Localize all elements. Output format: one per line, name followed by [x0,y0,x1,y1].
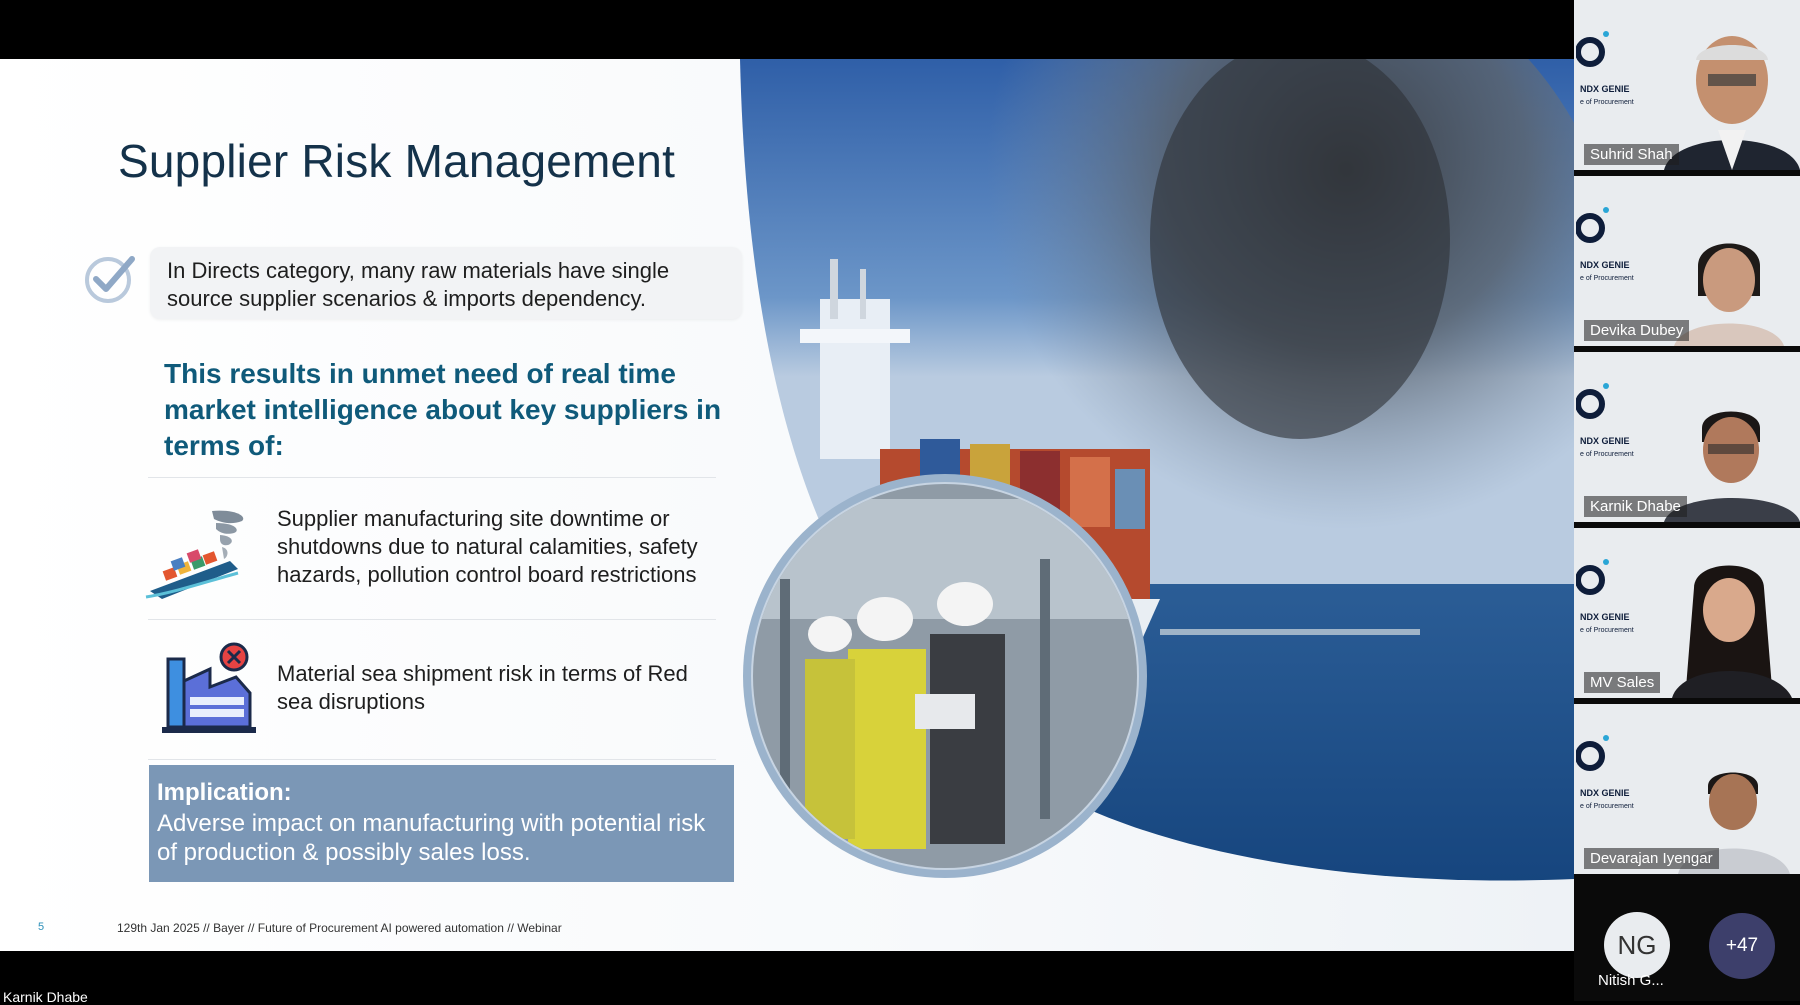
participant-name: MV Sales [1584,672,1661,693]
divider [148,619,716,620]
intro-text: In Directs category, many raw materials … [167,258,670,311]
participant-name: Karnik Dhabe [1584,496,1687,517]
participant-video [1672,565,1792,698]
brand-watermark-icon: NDX GENIE e of Procurement [1576,735,1634,810]
divider [148,477,716,478]
participant-tile[interactable]: NDX GENIE e of Procurement Devarajan Iye… [1574,704,1800,874]
svg-text:e of Procurement: e of Procurement [1580,803,1634,810]
intro-callout: In Directs category, many raw materials … [150,247,742,319]
svg-text:NDX GENIE: NDX GENIE [1580,84,1630,94]
slide-page-number: 5 [38,921,45,933]
svg-text:e of Procurement: e of Procurement [1580,451,1634,458]
implication-text: Adverse impact on manufacturing with pot… [157,810,706,866]
participant-tile[interactable]: NDX GENIE e of Procurement Devika Dubey [1574,176,1800,346]
slide-photo [740,59,1574,951]
brand-watermark-icon: NDX GENIE e of Procurement [1576,31,1634,106]
factory-error-icon [162,642,256,733]
participant-tile[interactable]: NDX GENIE e of Procurement Karnik Dhabe [1574,352,1800,522]
brand-watermark-icon: NDX GENIE e of Procurement [1576,559,1634,634]
risk-point-1: Supplier manufacturing site downtime or … [277,506,698,587]
checkmark-icon [85,256,135,303]
participants-panel: NDX GENIE e of Procurement Suhrid Shah N… [1574,0,1800,1001]
sea-ship-illustration [740,59,1574,881]
active-speaker-label: Karnik Dhabe [3,989,88,1005]
slide-title: Supplier Risk Management [118,135,676,187]
participant-name: Devarajan Iyengar [1584,848,1719,869]
risk-point-2: Material sea shipment risk in terms of R… [277,661,688,714]
svg-text:NDX GENIE: NDX GENIE [1580,260,1630,270]
svg-text:e of Procurement: e of Procurement [1580,275,1634,282]
participant-name: Nitish G... [1598,972,1664,989]
cyclone-ship-icon [145,510,244,599]
participant-tile[interactable]: NDX GENIE e of Procurement MV Sales [1574,528,1800,698]
svg-text:e of Procurement: e of Procurement [1580,99,1634,106]
participant-name: Suhrid Shah [1584,144,1679,165]
more-participants-button[interactable]: +47 [1709,913,1775,979]
participant-tile[interactable]: NDX GENIE e of Procurement Suhrid Shah [1574,0,1800,170]
implication-title: Implication: [157,779,292,806]
svg-text:NDX GENIE: NDX GENIE [1580,612,1630,622]
participant-name: Devika Dubey [1584,320,1690,341]
implication-box: Implication: Adverse impact on manufactu… [149,765,734,882]
svg-text:NDX GENIE: NDX GENIE [1580,436,1630,446]
participant-avatar[interactable]: NG [1604,912,1670,978]
presentation-slide: Supplier Risk Management In Directs cate… [0,59,1574,951]
slide-headline: This results in unmet need of real time … [164,358,722,461]
shared-screen: Supplier Risk Management In Directs cate… [0,0,1574,1005]
brand-watermark-icon: NDX GENIE e of Procurement [1576,207,1634,282]
slide-footer: 129th Jan 2025 // Bayer // Future of Pro… [117,921,562,935]
svg-text:NDX GENIE: NDX GENIE [1580,788,1630,798]
brand-watermark-icon: NDX GENIE e of Procurement [1576,383,1634,458]
svg-text:e of Procurement: e of Procurement [1580,627,1634,634]
divider [148,759,716,760]
